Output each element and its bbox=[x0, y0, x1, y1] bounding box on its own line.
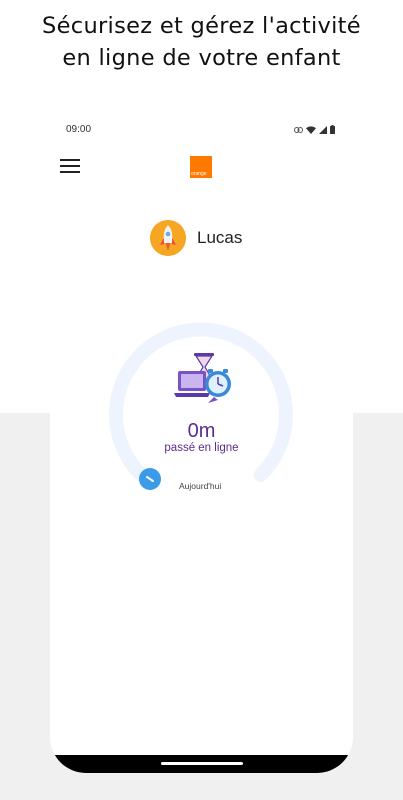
period-selector-knob[interactable] bbox=[139, 468, 161, 490]
logo-text: orange bbox=[191, 171, 207, 177]
link-icon bbox=[294, 126, 303, 133]
period-label: Aujourd'hui bbox=[179, 481, 222, 491]
signal-icon bbox=[319, 125, 327, 134]
child-name: Lucas bbox=[197, 228, 243, 247]
orange-logo: orange bbox=[190, 156, 212, 178]
child-profile[interactable]: Lucas bbox=[150, 220, 242, 256]
status-bar: 09:00 bbox=[50, 124, 353, 138]
status-icons bbox=[294, 125, 335, 134]
system-nav-bar bbox=[50, 755, 353, 773]
hamburger-menu-icon[interactable] bbox=[60, 159, 80, 175]
phone-screen: 09:00 orange Lucas 0m passé en ligne Auj… bbox=[50, 112, 353, 773]
status-time: 09:00 bbox=[66, 124, 92, 135]
home-gesture-handle[interactable] bbox=[161, 762, 243, 765]
rocket-icon bbox=[150, 220, 186, 256]
usage-label: passé en ligne bbox=[164, 442, 239, 454]
headline-line-2: en ligne de votre enfant bbox=[62, 45, 341, 71]
usage-value: 0m bbox=[187, 420, 216, 442]
knob-mark-icon bbox=[146, 476, 154, 482]
screen-time-icon bbox=[174, 353, 231, 403]
battery-icon bbox=[330, 125, 335, 134]
wifi-icon bbox=[306, 125, 316, 134]
headline-line-1: Sécurisez et gérez l'activité bbox=[42, 13, 361, 39]
marketing-headline: Sécurisez et gérez l'activité en ligne d… bbox=[0, 10, 403, 74]
